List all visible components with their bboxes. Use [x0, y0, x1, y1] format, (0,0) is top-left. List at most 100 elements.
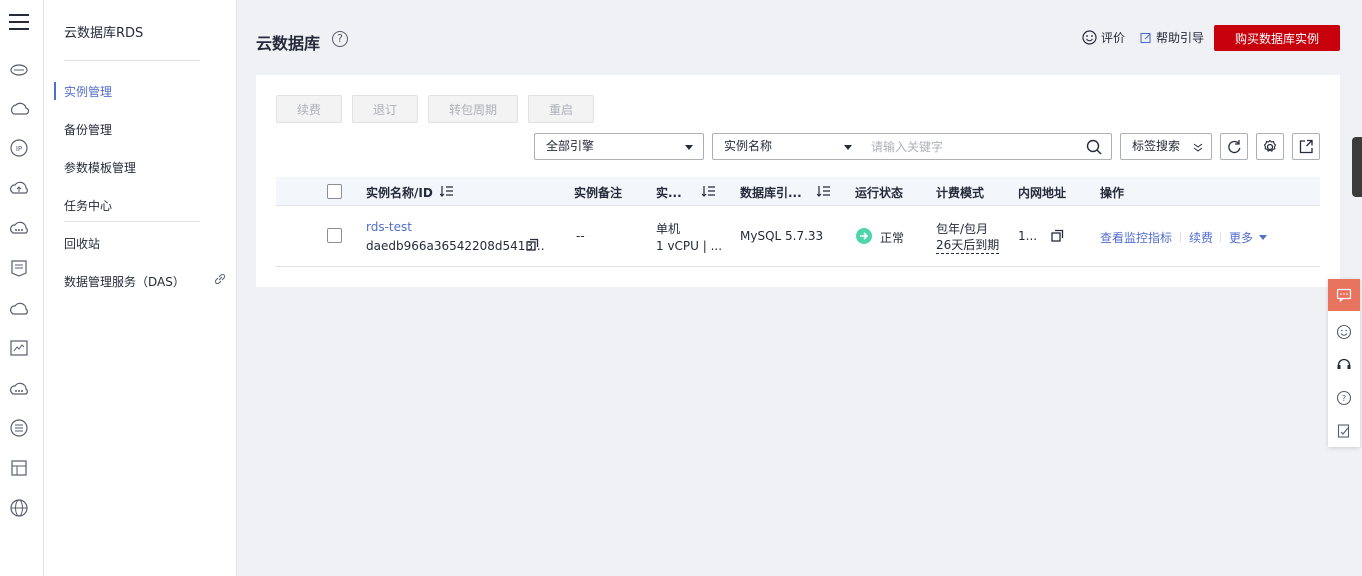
- svg-text:IP: IP: [16, 145, 22, 153]
- action-divider: [1220, 232, 1221, 242]
- gear-icon: [1263, 139, 1277, 152]
- sidebar-item-das[interactable]: 数据管理服务（DAS）: [64, 273, 185, 290]
- floating-toolbar: ?: [1328, 279, 1360, 447]
- cloud-database-icon[interactable]: [9, 59, 29, 79]
- renew-link[interactable]: 续费: [1189, 229, 1213, 246]
- export-icon: [1299, 139, 1313, 154]
- status-ok-icon: [856, 228, 872, 244]
- headset-icon[interactable]: [1336, 357, 1352, 373]
- search-field-value: 实例名称: [724, 139, 773, 153]
- more-actions-link[interactable]: 更多: [1229, 229, 1253, 246]
- copy-icon[interactable]: [1051, 229, 1064, 242]
- col-name: 实例名称/ID: [366, 186, 433, 200]
- edit-doc-icon: [1140, 32, 1151, 43]
- tag-search-button[interactable]: 标签搜索: [1120, 133, 1212, 160]
- help-icon[interactable]: ?: [332, 31, 348, 47]
- monitor-chart-icon[interactable]: [9, 338, 29, 358]
- sidebar-item-param-templates[interactable]: 参数模板管理: [64, 159, 136, 176]
- svg-text:?: ?: [1342, 394, 1346, 403]
- instance-name-link[interactable]: rds-test: [366, 220, 412, 234]
- col-actions: 操作: [1100, 186, 1125, 200]
- smile-icon: [1082, 30, 1097, 45]
- private-ip: 1...: [1018, 229, 1038, 243]
- smile-icon[interactable]: [1336, 324, 1352, 340]
- divider: [64, 221, 200, 222]
- layout-grid-icon[interactable]: [9, 458, 29, 478]
- chevron-down-icon: [1259, 235, 1267, 240]
- col-engine: 数据库引...: [740, 186, 802, 200]
- table-row: rds-test daedb966a36542208d5413... -- 单机…: [276, 206, 1320, 267]
- service-sidebar: 云数据库RDS 实例管理 备份管理 参数模板管理 任务中心 回收站 数据管理服务…: [44, 0, 237, 576]
- cloud-upload-icon[interactable]: [9, 178, 29, 198]
- chevron-down-icon: [685, 145, 693, 150]
- unsubscribe-button[interactable]: 退订: [352, 95, 418, 123]
- action-divider: [1180, 232, 1181, 242]
- search-input[interactable]: [861, 133, 1112, 160]
- notes-icon[interactable]: [1336, 423, 1352, 439]
- change-to-monthly-button[interactable]: 转包周期: [428, 95, 518, 123]
- feedback-button[interactable]: [1328, 279, 1360, 311]
- external-link-icon: [214, 273, 226, 285]
- col-ip: 内网地址: [1018, 186, 1067, 200]
- sort-icon[interactable]: [440, 185, 454, 197]
- menu-icon[interactable]: [9, 14, 29, 32]
- export-button[interactable]: [1292, 133, 1320, 160]
- status-text: 正常: [880, 231, 905, 245]
- cloud-more-icon[interactable]: [9, 378, 29, 398]
- search-field-select[interactable]: 实例名称: [712, 133, 862, 160]
- engine-select-value: 全部引擎: [546, 139, 595, 153]
- col-status: 运行状态: [855, 186, 904, 200]
- search-icon[interactable]: [1086, 139, 1102, 155]
- billing-expiry: 26天后到期: [936, 238, 1000, 254]
- buy-instance-button[interactable]: 购买数据库实例: [1214, 25, 1340, 51]
- chat-icon: [1336, 288, 1352, 302]
- settings-button[interactable]: [1256, 133, 1284, 160]
- divider: [64, 60, 200, 61]
- instance-id: daedb966a36542208d5413...: [366, 239, 545, 253]
- instance-remark: --: [576, 229, 585, 243]
- instance-list-card: 续费 退订 转包周期 重启 全部引擎 实例名称 标签搜索 实例名称/ID 实例备…: [256, 75, 1340, 287]
- question-icon[interactable]: ?: [1336, 390, 1352, 406]
- refresh-button[interactable]: [1220, 133, 1248, 160]
- icon-rail: IP: [0, 0, 44, 576]
- evaluate-link[interactable]: 评价: [1082, 29, 1125, 46]
- col-billing: 计费模式: [936, 186, 985, 200]
- cloud-refresh-icon[interactable]: [9, 99, 29, 119]
- cloud-dots-icon[interactable]: [9, 218, 29, 238]
- sidebar-item-backups[interactable]: 备份管理: [64, 121, 112, 138]
- copy-icon[interactable]: [526, 238, 539, 251]
- row-checkbox[interactable]: [327, 228, 342, 243]
- database-stack-icon[interactable]: [9, 418, 29, 438]
- db-engine: MySQL 5.7.33: [740, 229, 824, 243]
- sort-icon[interactable]: [817, 185, 831, 197]
- active-indicator: [54, 82, 56, 100]
- double-chevron-down-icon: [1193, 143, 1203, 152]
- table-header: 实例名称/ID 实例备注 实... 数据库引... 运行状态 计费模式 内网地址…: [276, 177, 1320, 206]
- select-all-checkbox[interactable]: [327, 184, 342, 199]
- sidebar-item-task-center[interactable]: 任务中心: [64, 197, 112, 214]
- engine-select[interactable]: 全部引擎: [534, 133, 704, 160]
- globe-icon[interactable]: [9, 498, 29, 518]
- cloud-icon[interactable]: [9, 298, 29, 318]
- restart-button[interactable]: 重启: [528, 95, 594, 123]
- instance-spec: 1 vCPU | ...: [656, 239, 723, 253]
- chevron-down-icon: [844, 145, 852, 150]
- sidebar-item-instances[interactable]: 实例管理: [64, 83, 112, 100]
- document-list-icon[interactable]: [9, 258, 29, 278]
- evaluate-label: 评价: [1101, 31, 1126, 45]
- ip-icon[interactable]: IP: [9, 138, 29, 158]
- view-monitoring-link[interactable]: 查看监控指标: [1100, 229, 1172, 246]
- col-remark: 实例备注: [574, 186, 623, 200]
- instance-type: 单机: [656, 222, 681, 236]
- help-guide-label: 帮助引导: [1156, 31, 1205, 45]
- sidebar-item-recycle-bin[interactable]: 回收站: [64, 235, 100, 252]
- billing-mode: 包年/包月: [936, 222, 989, 236]
- help-guide-link[interactable]: 帮助引导: [1140, 29, 1204, 46]
- tag-search-label: 标签搜索: [1132, 139, 1181, 153]
- sort-icon[interactable]: [702, 185, 716, 197]
- renew-button[interactable]: 续费: [276, 95, 342, 123]
- col-type: 实...: [656, 186, 682, 200]
- refresh-icon: [1228, 140, 1241, 154]
- scroll-handle[interactable]: [1352, 137, 1362, 197]
- page-title: 云数据库: [256, 34, 321, 53]
